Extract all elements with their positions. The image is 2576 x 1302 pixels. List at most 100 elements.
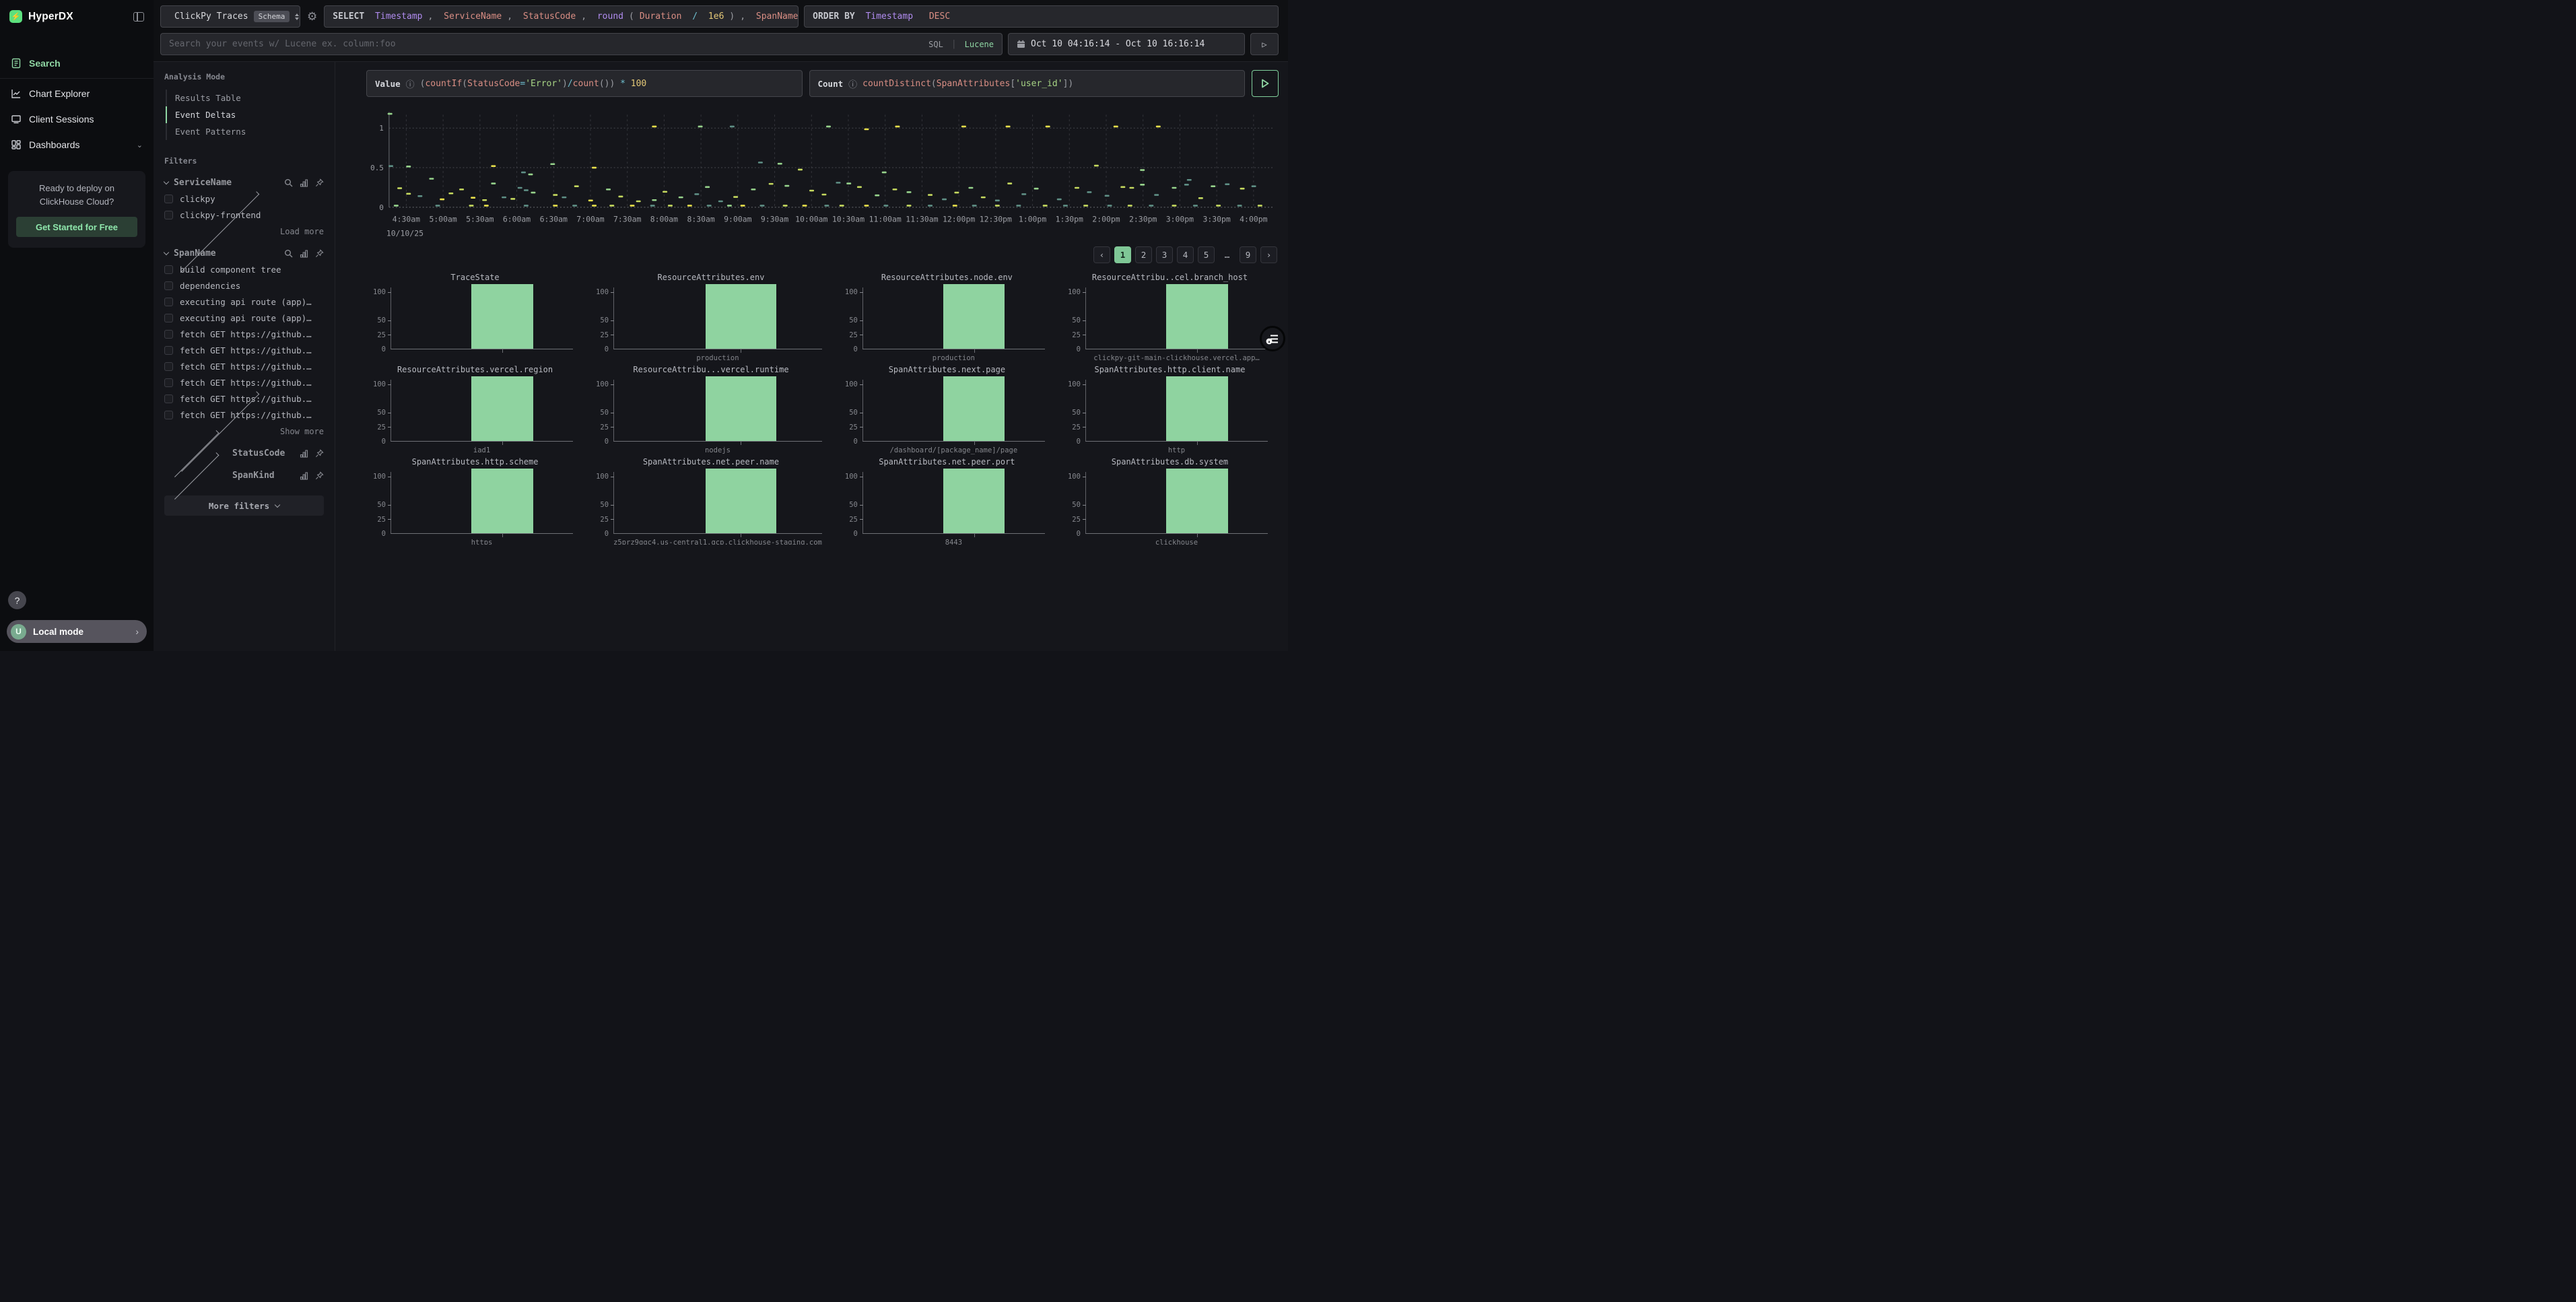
field-chart[interactable]: ResourceAttributes.env10050250production [589,273,833,365]
pin-icon[interactable] [315,449,324,458]
search-input[interactable] [169,39,923,49]
gear-icon[interactable]: ⚙ [306,10,318,24]
more-filters-button[interactable]: More filters [164,495,324,516]
filter-checkbox-item[interactable]: build component tree [164,265,324,275]
code-token: ( [462,79,467,89]
filter-load-more-link[interactable]: Load more [164,227,324,236]
filter-checkbox-item[interactable]: fetch GET https://github.… [164,329,324,339]
event-deltas-chart[interactable]: 4:30am5:00am5:30am6:00am6:30am7:00am7:30… [366,108,1279,240]
field-chart[interactable]: SpanAttributes.http.scheme10050250https [366,457,584,545]
analysis-mode-results-table[interactable]: Results Table [166,90,324,106]
analysis-mode-event-deltas[interactable]: Event Deltas [166,106,324,123]
filter-checkbox-item[interactable]: clickpy-frontend [164,210,324,220]
order-by-input[interactable]: ORDER BY Timestamp DESC [804,5,1279,28]
page-prev-button[interactable]: ‹ [1093,246,1110,263]
checkbox[interactable] [164,314,173,322]
filter-section-header[interactable]: SpanName [164,248,324,259]
field-chart[interactable]: ResourceAttributes.node.env10050250produ… [838,273,1056,365]
y-tick-label: 100 [1068,380,1081,388]
local-mode-button[interactable]: U Local mode › [7,620,147,643]
field-chart[interactable]: SpanAttributes.net.peer.name10050250z5pr… [589,457,833,545]
schema-badge[interactable]: Schema [254,11,290,22]
bar-chart-icon[interactable] [300,249,308,258]
apply-analysis-button[interactable] [1252,70,1279,97]
field-chart-plot: 10050250 [838,472,1056,534]
field-chart[interactable]: SpanAttributes.net.peer.port100502508443 [838,457,1056,545]
pin-icon[interactable] [315,471,324,480]
page-button[interactable]: 9 [1240,246,1256,263]
value-expression-input[interactable]: Value ⓘ (countIf(StatusCode='Error')/cou… [366,70,803,97]
field-chart-xlabel: clickpy-git-main-clickhouse.vercel.app… [1085,354,1268,362]
svg-text:11:00am: 11:00am [869,215,902,224]
search-icon[interactable] [284,178,293,187]
page-button[interactable]: 1 [1114,246,1131,263]
field-chart[interactable]: SpanAttributes.db.system10050250clickhou… [1061,457,1279,545]
filter-show-more-link[interactable]: Show more [164,427,324,436]
mode-sql-toggle[interactable]: SQL [928,40,943,49]
filter-section-header[interactable]: SpanKind [164,471,324,481]
filter-checkbox-item[interactable]: fetch GET https://github.… [164,362,324,372]
filter-checkbox-item[interactable]: executing api route (app)… [164,297,324,307]
checkbox[interactable] [164,330,173,339]
field-chart[interactable]: SpanAttributes.http.client.name10050250h… [1061,365,1279,457]
checkbox[interactable] [164,395,173,403]
bar-chart-icon[interactable] [300,178,308,187]
page-button[interactable]: 3 [1156,246,1173,263]
get-started-button[interactable]: Get Started for Free [16,217,137,237]
search-row: SQL | Lucene Oct 10 04:16:14 - Oct 10 16… [160,33,1279,55]
run-query-button[interactable]: ▷ [1250,33,1279,55]
code-token: 'Error' [525,79,562,89]
analysis-controls: Value ⓘ (countIf(StatusCode='Error')/cou… [366,70,1279,97]
svg-text:4:30am: 4:30am [393,215,420,224]
sidebar-item-dashboards[interactable]: Dashboards ⌄ [0,132,154,158]
filter-checkbox-item[interactable]: fetch GET https://github.… [164,378,324,388]
checkbox[interactable] [164,265,173,274]
date-range-picker[interactable]: Oct 10 04:16:14 - Oct 10 16:16:14 [1008,33,1245,55]
bar-chart-icon[interactable] [300,471,308,480]
filter-section-header[interactable]: StatusCode [164,448,324,458]
field-chart[interactable]: ResourceAttributes.vercel.region10050250… [366,365,584,457]
checkbox[interactable] [164,211,173,219]
svg-text:10:00am: 10:00am [795,215,827,224]
checkbox[interactable] [164,411,173,419]
bar-chart-icon[interactable] [300,449,308,458]
search-icon[interactable] [284,249,293,258]
sql-select-input[interactable]: SELECT Timestamp, ServiceName, StatusCod… [324,5,799,28]
filter-checkbox-item[interactable]: executing api route (app)… [164,313,324,323]
checkbox[interactable] [164,378,173,387]
field-chart[interactable]: SpanAttributes.next.page10050250/dashboa… [838,365,1056,457]
checkbox[interactable] [164,195,173,203]
analysis-mode-event-patterns[interactable]: Event Patterns [166,123,324,140]
pin-icon[interactable] [315,178,324,187]
mode-lucene-toggle[interactable]: Lucene [965,40,994,49]
checkbox[interactable] [164,298,173,306]
chart-options-fab[interactable] [1260,326,1285,351]
collapse-sidebar-icon[interactable] [133,12,144,22]
sidebar-item-search[interactable]: Search [0,50,154,76]
field-chart[interactable]: ResourceAttribu...vercel.runtime10050250… [589,365,833,457]
svg-text:12:00pm: 12:00pm [943,215,975,224]
field-chart[interactable]: TraceState10050250 [366,273,584,365]
sidebar-item-client-sessions[interactable]: Client Sessions [0,106,154,132]
pin-icon[interactable] [315,249,324,258]
field-chart[interactable]: ResourceAttribu..cel.branch_host10050250… [1061,273,1279,365]
checkbox[interactable] [164,281,173,290]
help-button[interactable]: ? [8,591,26,609]
sidebar-item-chart-explorer[interactable]: Chart Explorer [0,81,154,106]
filter-checkbox-item[interactable]: fetch GET https://github.… [164,410,324,420]
page-button[interactable]: 5 [1198,246,1215,263]
count-expression-input[interactable]: Count ⓘ countDistinct(SpanAttributes['us… [809,70,1246,97]
filter-checkbox-item[interactable]: dependencies [164,281,324,291]
page-button[interactable]: 2 [1135,246,1152,263]
filter-checkbox-item[interactable]: fetch GET https://github.… [164,345,324,355]
code-token: , [507,11,518,22]
filter-section-statuscode: StatusCode [164,448,324,458]
checkbox[interactable] [164,346,173,355]
page-next-button[interactable]: › [1260,246,1277,263]
svg-text:0.5: 0.5 [370,164,384,172]
page-button[interactable]: 4 [1177,246,1194,263]
checkbox[interactable] [164,362,173,371]
filter-section-header[interactable]: ServiceName [164,178,324,188]
source-select[interactable]: ClickPy Traces Schema [160,5,300,28]
brand-title: HyperDX [28,11,127,23]
